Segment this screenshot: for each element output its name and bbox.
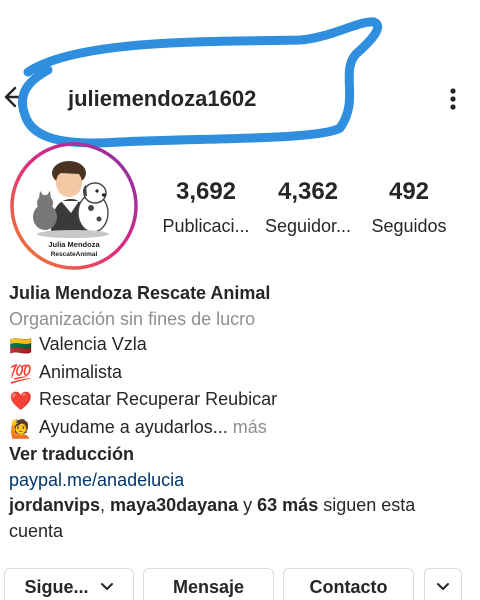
bio-line-help: 🙋 Ayudame a ayudarlos... más	[9, 415, 474, 443]
bio-line-text: Ayudame a ayudarlos...	[39, 416, 228, 437]
message-button[interactable]: Mensaje	[143, 568, 274, 600]
heart-icon: ❤️	[9, 391, 33, 411]
profile-username: juliemendoza1602	[68, 86, 257, 111]
bio-line-text: Animalista	[39, 361, 123, 382]
followed-by-line[interactable]: jordanvips, maya30dayana y 63 más siguen…	[9, 493, 474, 519]
posts-label: Publicaci...	[162, 216, 250, 236]
profile-avatar[interactable]: Julia Mendoza RescateAnimal	[9, 141, 139, 271]
bio-line-location: 🇱🇹 Valencia Vzla	[9, 332, 474, 360]
followed-by-line-2: cuenta	[9, 520, 64, 541]
followed-by-connector: y	[238, 495, 258, 515]
avatar-caption-2: RescateAnimal	[51, 251, 98, 258]
suggested-accounts-button[interactable]	[424, 568, 462, 600]
following-button-label: Sigue...	[24, 577, 89, 597]
bio-website-link[interactable]: paypal.me/anadelucia	[9, 468, 474, 494]
followers-count: 4,362	[277, 178, 339, 205]
following-label: Seguidos	[371, 216, 447, 236]
follower-user-2: maya30dayana	[110, 495, 239, 515]
following-count: 492	[388, 178, 430, 205]
follower-user-1: jordanvips	[9, 495, 101, 515]
raising-hand-icon: 🙋	[9, 418, 33, 439]
posts-count: 3,692	[175, 178, 237, 205]
profile-category: Organización sin fines de lucro	[9, 308, 256, 329]
profile-display-name: Julia Mendoza Rescate Animal	[9, 283, 271, 303]
followers-label: Seguidor...	[264, 216, 352, 236]
bio-line-text: Valencia Vzla	[39, 334, 147, 354]
stat-followers[interactable]: 4,362 Seguidor...	[262, 178, 354, 237]
back-button[interactable]	[2, 82, 32, 112]
bio-more-link[interactable]: más	[228, 417, 267, 437]
following-button[interactable]: Sigue...	[4, 568, 134, 600]
profile-header: juliemendoza1602	[0, 0, 480, 150]
stat-posts[interactable]: 3,692 Publicaci...	[160, 178, 252, 237]
chevron-down-icon	[437, 583, 449, 590]
bio-line-mission: ❤️ Rescatar Recuperar Reubicar	[9, 387, 474, 415]
profile-bio: Julia Mendoza Rescate Animal Organizació…	[9, 281, 474, 544]
hundred-points-icon: 💯	[9, 363, 33, 384]
blue-highlight-scribble	[18, 17, 383, 148]
profile-action-buttons: Sigue... Mensaje Contacto	[0, 568, 480, 600]
contact-button[interactable]: Contacto	[283, 568, 414, 600]
followed-by-others: 63 más	[257, 495, 319, 515]
profile-avatar-icon: Julia Mendoza RescateAnimal	[10, 142, 138, 270]
kebab-vertical-icon	[450, 88, 456, 110]
more-options-button[interactable]	[442, 84, 464, 114]
followed-by-separator: ,	[100, 495, 111, 515]
arrow-left-icon	[4, 86, 28, 108]
stat-following[interactable]: 492 Seguidos	[368, 178, 450, 237]
avatar-caption-1: Julia Mendoza	[48, 240, 100, 249]
chevron-down-icon	[100, 583, 113, 590]
bio-line-text: Rescatar Recuperar Reubicar	[39, 389, 278, 409]
flag-icon: 🇱🇹	[9, 336, 33, 356]
followed-by-suffix: siguen esta	[318, 495, 416, 515]
bio-line-animalista: 💯 Animalista	[9, 360, 474, 388]
see-translation-link[interactable]: Ver traducción	[9, 442, 474, 468]
